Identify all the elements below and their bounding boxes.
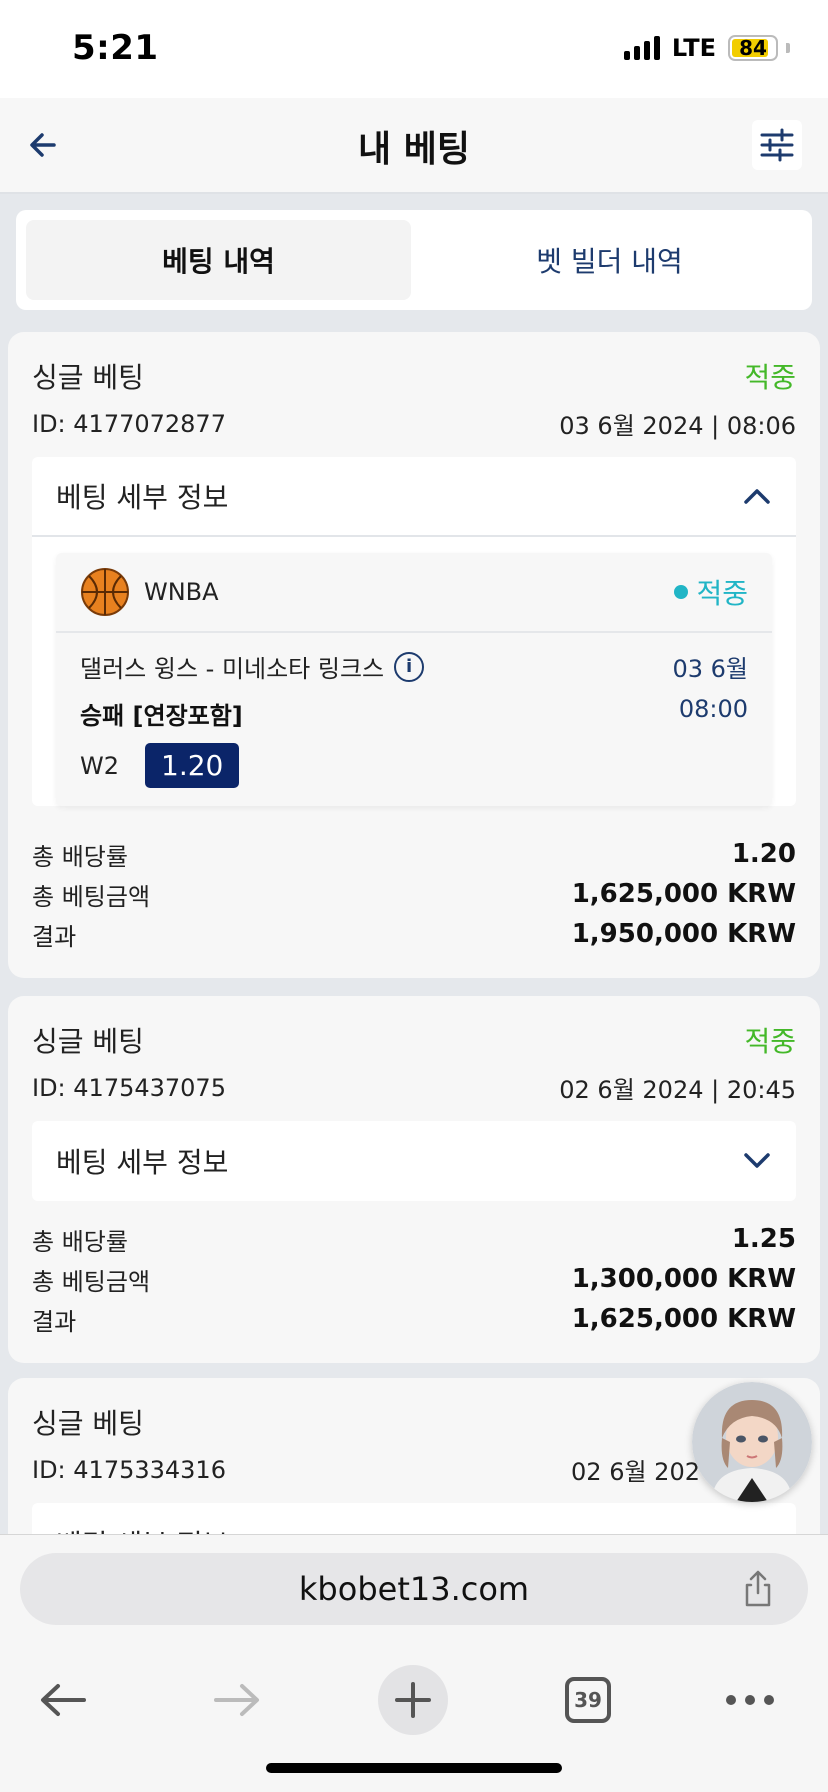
tab-bet-builder-history[interactable]: 벳 빌더 내역: [417, 220, 802, 300]
chevron-down-icon: [742, 1146, 772, 1176]
bet-id: ID: 4175334316: [32, 1455, 226, 1484]
stake-label: 총 베팅금액: [32, 1267, 151, 1296]
total-odds-value: 1.25: [731, 1224, 796, 1254]
bet-details-label: 베팅 세부 정보: [56, 1146, 229, 1179]
total-odds-label: 총 배당률: [32, 1227, 128, 1256]
app-header: 내 베팅: [0, 98, 828, 194]
selection-status: 적중: [674, 572, 748, 612]
chat-avatar-button[interactable]: [692, 1382, 812, 1502]
pick-label: W2: [80, 751, 119, 780]
league-name: WNBA: [144, 578, 219, 606]
league: WNBA: [80, 567, 219, 617]
bet-details-toggle[interactable]: 베팅 세부 정보: [32, 457, 796, 537]
tabs-button[interactable]: 39: [553, 1665, 623, 1735]
plus-icon: [395, 1682, 431, 1718]
stake-value: 1,625,000 KRW: [571, 879, 796, 909]
new-tab-button[interactable]: [378, 1665, 448, 1735]
forward-arrow-icon: [214, 1684, 259, 1716]
market-name: 승패 [연장포함]: [80, 702, 243, 730]
url-text: kbobet13.com: [298, 1570, 530, 1608]
info-icon[interactable]: i: [394, 651, 425, 682]
browser-back-button[interactable]: [28, 1665, 98, 1735]
signal-icon: [623, 36, 660, 60]
avatar-image: [692, 1382, 812, 1502]
bet-type: 싱글 베팅: [32, 361, 144, 394]
filter-button[interactable]: [752, 120, 802, 170]
odds-badge: 1.20: [145, 743, 240, 788]
back-arrow-icon: [41, 1684, 86, 1716]
result-value: 1,950,000 KRW: [571, 919, 796, 949]
browser-toolbar: kbobet13.com 39: [0, 1534, 828, 1792]
match-name: 댈러스 윙스 - 미네소타 링크스 i: [80, 649, 748, 684]
bet-summary: 총 배당률 1.25 총 베팅금액 1,300,000 KRW 결과 1,625…: [32, 1219, 796, 1339]
bet-details: 베팅 세부 정보: [32, 1121, 796, 1201]
share-icon[interactable]: [738, 1569, 778, 1609]
bet-selection: WNBA 적중 댈러스 윙스 - 미네소타 링크스 i 승패 [연장포함] 03…: [56, 553, 772, 806]
battery-level: 84: [739, 36, 767, 60]
bet-type: 싱글 베팅: [32, 1407, 144, 1440]
chevron-up-icon: [742, 481, 772, 511]
bet-summary: 총 배당률 1.20 총 베팅금액 1,625,000 KRW 결과 1,950…: [32, 834, 796, 954]
match-datetime: 03 6월 08:00: [672, 655, 748, 723]
browser-nav: 39: [0, 1645, 828, 1745]
bet-status: 적중: [744, 361, 796, 394]
address-bar[interactable]: kbobet13.com: [20, 1553, 808, 1625]
bet-id: ID: 4175437075: [32, 1073, 226, 1102]
browser-forward-button[interactable]: [202, 1665, 272, 1735]
bet-details: 베팅 세부 정보 WNBA 적중 댈러스 윙스 - 미네소타 링크스 i 승패 …: [32, 457, 796, 806]
status-bar: 5:21 LTE 84: [0, 0, 828, 98]
more-dots-icon: [726, 1695, 774, 1705]
total-odds-label: 총 배당률: [32, 842, 128, 871]
network-label: LTE: [671, 34, 716, 62]
home-indicator: [266, 1763, 562, 1773]
page-title: 내 베팅: [358, 129, 470, 170]
result-value: 1,625,000 KRW: [571, 1304, 796, 1334]
bet-card: 싱글 베팅 적중 ID: 4177072877 03 6월 2024 | 08:…: [8, 332, 820, 978]
bet-details-label: 베팅 세부 정보: [56, 481, 229, 514]
more-button[interactable]: [715, 1665, 785, 1735]
bet-details-toggle[interactable]: 베팅 세부 정보: [32, 1121, 796, 1201]
bet-status: 적중: [744, 1025, 796, 1058]
status-indicators: LTE 84: [623, 34, 790, 62]
result-label: 결과: [32, 1307, 77, 1336]
bet-date: 03 6월 2024 | 08:06: [559, 412, 796, 440]
bet-date: 02 6월 2024 | 20:45: [559, 1076, 796, 1104]
basketball-icon: [81, 568, 129, 616]
battery-icon: 84: [728, 35, 778, 61]
tab-bet-history[interactable]: 베팅 내역: [26, 220, 411, 300]
bet-card: 싱글 베팅 적중 ID: 4175437075 02 6월 2024 | 20:…: [8, 996, 820, 1363]
stake-value: 1,300,000 KRW: [571, 1264, 796, 1294]
status-time: 5:21: [72, 28, 159, 68]
bet-id: ID: 4177072877: [32, 409, 226, 438]
stake-label: 총 베팅금액: [32, 882, 151, 911]
total-odds-value: 1.20: [731, 839, 796, 869]
result-label: 결과: [32, 922, 77, 951]
sliders-icon: [760, 128, 794, 162]
bet-history-tabs: 베팅 내역 벳 빌더 내역: [16, 210, 812, 310]
bet-type: 싱글 베팅: [32, 1025, 144, 1058]
tab-count-icon: 39: [565, 1677, 611, 1723]
status-dot-icon: [674, 585, 689, 599]
bet-date: 02 6월 202: [571, 1458, 700, 1486]
